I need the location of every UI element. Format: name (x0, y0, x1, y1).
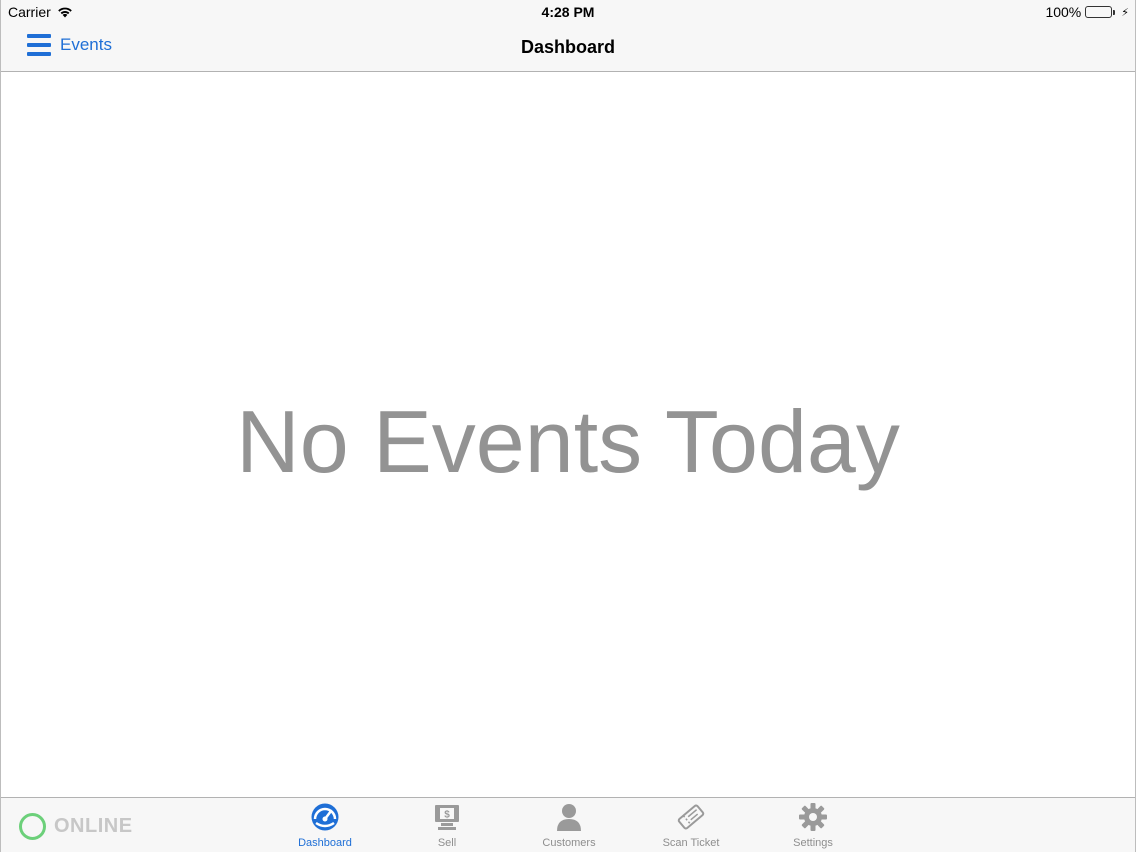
connection-status: ONLINE (19, 813, 133, 840)
sell-icon: $ (432, 802, 462, 832)
page-title: Dashboard (520, 37, 616, 57)
status-time: 4:28 PM (541, 4, 595, 20)
status-bar: Carrier 4:28 PM 100% ⚡ (1, 0, 1135, 24)
status-right: 100% ⚡ (1045, 4, 1129, 20)
customers-icon (554, 802, 584, 832)
charging-bolt-icon: ⚡ (1121, 6, 1129, 19)
tab-customers[interactable]: Customers (508, 798, 630, 852)
tab-dashboard-label: Dashboard (298, 837, 352, 849)
tab-dashboard[interactable]: Dashboard (264, 798, 386, 852)
tab-list: Dashboard $ Sell Customers Scan Ticket S… (264, 798, 874, 852)
svg-text:$: $ (444, 810, 450, 821)
tab-sell[interactable]: $ Sell (386, 798, 508, 852)
tab-settings[interactable]: Settings (752, 798, 874, 852)
tab-bar: ONLINE Dashboard $ Sell Customers Scan T… (1, 797, 1135, 852)
tab-sell-label: Sell (437, 837, 457, 849)
app-window: Carrier 4:28 PM 100% ⚡ Events Dashboard … (0, 0, 1136, 852)
battery-percent: 100% (1045, 4, 1082, 20)
dashboard-icon (310, 802, 340, 832)
empty-state-message: No Events Today (236, 392, 900, 491)
ticket-icon (676, 802, 706, 832)
gear-icon (798, 802, 828, 832)
battery-icon (1085, 6, 1116, 18)
tab-scan-ticket-label: Scan Ticket (662, 837, 720, 849)
tab-customers-label: Customers (542, 837, 596, 849)
navigation-bar: Events Dashboard (1, 24, 1135, 72)
main-content: No Events Today (1, 73, 1135, 797)
tab-scan-ticket[interactable]: Scan Ticket (630, 798, 752, 852)
online-indicator-icon (19, 813, 46, 840)
connection-status-label: ONLINE (54, 815, 133, 837)
tab-settings-label: Settings (793, 837, 833, 849)
